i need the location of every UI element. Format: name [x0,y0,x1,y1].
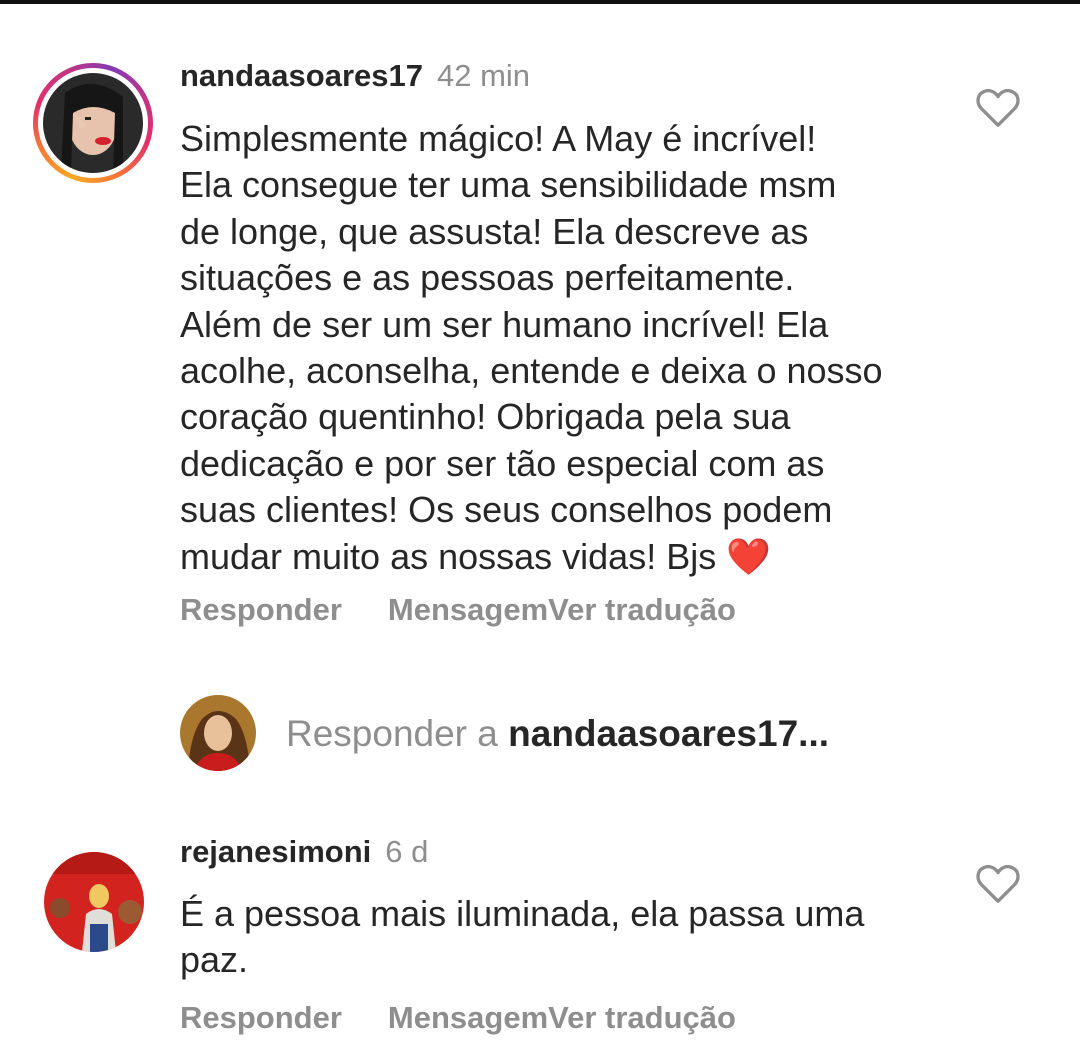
top-divider [0,0,1080,4]
reply-placeholder[interactable]: Responder a nandaasoares17... [286,713,829,755]
avatar[interactable] [44,852,144,952]
reply-target-username: nandaasoares17... [508,713,829,754]
message-button[interactable]: Mensagem [388,592,548,628]
comment-header: rejanesimoni 6 d [180,834,428,870]
avatar-story-ring[interactable] [33,63,153,183]
comment-actions: Responder MensagemVer tradução [180,592,736,628]
avatar [43,73,143,173]
timestamp: 42 min [436,58,531,93]
username[interactable]: nandaasoares17 [180,58,423,93]
message-button[interactable]: Mensagem [388,1000,548,1036]
heart-outline-icon[interactable] [975,87,1021,129]
comment-header: nandaasoares17 42 min [180,58,530,94]
username[interactable]: rejanesimoni [180,834,371,869]
comment-text: É a pessoa mais iluminada, ela passa uma… [180,893,865,981]
heart-outline-icon[interactable] [975,863,1021,905]
comment-text: Simplesmente mágico! A May é incrível! E… [180,118,883,577]
translate-button[interactable]: Ver tradução [548,1000,736,1036]
timestamp: 6 d [385,834,429,869]
reply-button[interactable]: Responder [180,592,342,628]
comment-actions: Responder MensagemVer tradução [180,1000,736,1036]
avatar [180,695,256,771]
translate-button[interactable]: Ver tradução [548,592,736,628]
reply-composer[interactable]: Responder a nandaasoares17... [180,695,1060,775]
reply-button[interactable]: Responder [180,1000,342,1036]
